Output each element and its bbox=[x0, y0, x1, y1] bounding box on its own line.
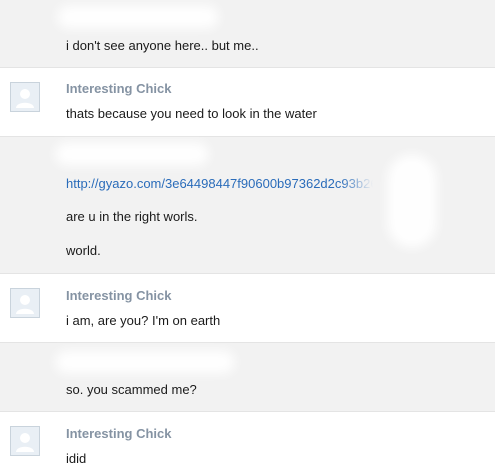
default-user-avatar-icon bbox=[16, 89, 34, 108]
avatar bbox=[10, 82, 40, 112]
chat-message: i don't see anyone here.. but me.. bbox=[0, 0, 495, 68]
chat-message: Interesting Chick thats because you need… bbox=[0, 68, 495, 137]
default-user-avatar-icon bbox=[16, 295, 34, 314]
avatar bbox=[10, 426, 40, 456]
sender-name[interactable]: Interesting Chick bbox=[66, 81, 171, 96]
redacted-name bbox=[56, 351, 234, 373]
chat-log: i don't see anyone here.. but me.. Inter… bbox=[0, 0, 495, 467]
chat-message: Interesting Chick i am, are you? I'm on … bbox=[0, 274, 495, 343]
default-user-avatar-icon bbox=[16, 433, 34, 452]
chat-message: Interesting Chick idid bbox=[0, 412, 495, 467]
sender-name[interactable]: Interesting Chick bbox=[66, 426, 171, 441]
message-text: i don't see anyone here.. but me.. bbox=[66, 38, 259, 53]
sender-name[interactable]: Interesting Chick bbox=[66, 288, 171, 303]
message-text: are u in the right worls. bbox=[66, 209, 198, 224]
message-text: i am, are you? I'm on earth bbox=[66, 313, 221, 328]
redacted-blob bbox=[388, 155, 436, 247]
avatar bbox=[10, 288, 40, 318]
redacted-name bbox=[56, 143, 208, 165]
redacted-name bbox=[58, 6, 218, 28]
chat-message: http://gyazo.com/3e64498447f90600b97362d… bbox=[0, 137, 495, 274]
message-text: thats because you need to look in the wa… bbox=[66, 106, 317, 121]
message-text: idid bbox=[66, 451, 87, 466]
message-text: world. bbox=[66, 243, 101, 258]
message-text: so. you scammed me? bbox=[66, 382, 197, 397]
chat-message: so. you scammed me? bbox=[0, 343, 495, 412]
